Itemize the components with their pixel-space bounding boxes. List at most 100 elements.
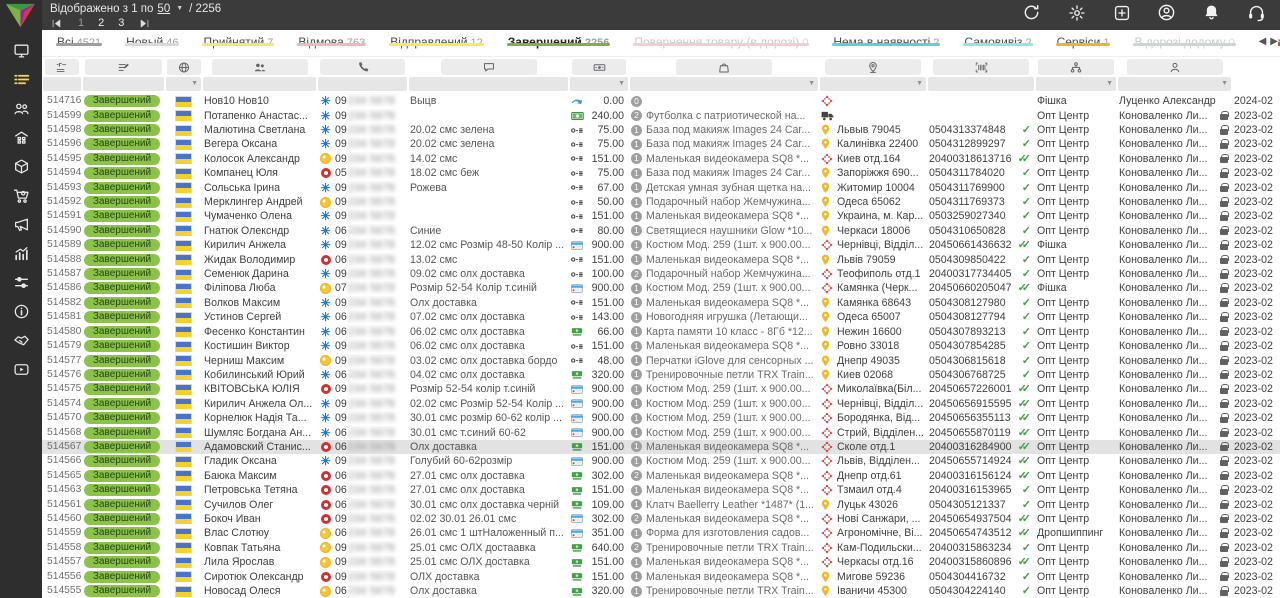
account-icon[interactable] [1157, 3, 1176, 22]
table-row[interactable]: 514577 Завершений Черниш Максим 09234 56… [42, 353, 1280, 367]
tab-8[interactable]: Нема в наявності2 [832, 30, 940, 49]
chevron-down-icon[interactable]: ▼ [176, 5, 183, 12]
column-header-country[interactable] [167, 59, 201, 75]
sidebar-item-dashboard[interactable] [11, 42, 31, 59]
table-row[interactable]: 514575 Завершений КВІТОВСЬКА ЮЛІЯ 09234 … [42, 382, 1280, 396]
column-header-ttn[interactable] [933, 59, 1029, 75]
tab-6[interactable]: Завершений2256 [507, 30, 611, 49]
filter-id[interactable] [43, 77, 81, 91]
table-row[interactable]: 514592 Завершений Мерклингер Андрей 0923… [42, 195, 1280, 209]
table-row[interactable]: 514559 Завершений Влас Слотюу 06234 5678… [42, 526, 1280, 540]
page-number[interactable]: 1 [78, 17, 84, 29]
column-header-product[interactable] [676, 59, 772, 75]
table-row[interactable]: 514598 Завершений Малютина Светлана ✳092… [42, 123, 1280, 137]
table-row[interactable]: 514576 Завершений Кобилинський Юрий ✳062… [42, 368, 1280, 382]
column-header-comment[interactable] [441, 59, 537, 75]
order-amount: 50.00 [586, 195, 627, 209]
tabs-scroll-left-icon[interactable]: ◀ [1259, 36, 1267, 47]
filter-phone[interactable] [318, 77, 407, 91]
tabs-scroll-right-icon[interactable]: ▶ [1270, 36, 1278, 47]
filter-source[interactable]: ▼ [1036, 77, 1116, 91]
tab-11[interactable]: В дорозі додому0 [1133, 30, 1235, 49]
tab-7[interactable]: Повернення товару (в дорозі)0 [633, 30, 809, 49]
table-row[interactable]: 514582 Завершений Волков Максим ✳09234 5… [42, 296, 1280, 310]
filter-country[interactable]: ▼ [166, 77, 201, 91]
column-header-id[interactable] [45, 59, 79, 75]
table-row[interactable]: 514580 Завершений Фесенко Константин ✳06… [42, 325, 1280, 339]
add-icon[interactable] [1112, 3, 1131, 22]
first-page-icon[interactable] [50, 18, 64, 29]
table-row[interactable]: 514586 Завершений Філіпова Люба 07234 56… [42, 281, 1280, 295]
filter-ttn[interactable] [928, 77, 1034, 91]
table-row[interactable]: 514568 Завершений Шумляс Богдана Ан... ✳… [42, 425, 1280, 439]
filter-payment[interactable]: ▼ [570, 77, 628, 91]
column-header-manager[interactable] [1127, 59, 1223, 75]
table-row[interactable]: 514594 Завершений Компанец Юля 05234 567… [42, 166, 1280, 180]
table-row[interactable]: 514560 Завершений Бокоч Иван 09234 5678 … [42, 512, 1280, 526]
table-row[interactable]: 514588 Завершений Жидак Володимир 06234 … [42, 252, 1280, 266]
column-header-client[interactable] [212, 59, 308, 75]
sidebar-item-products[interactable] [11, 158, 31, 175]
filter-comment[interactable] [409, 77, 568, 91]
table-row[interactable]: 514563 Завершений Петровська Тетяна 0623… [42, 483, 1280, 497]
table-row[interactable]: 514574 Завершений Кирилич Анжела Ол... ✳… [42, 397, 1280, 411]
table-row[interactable]: 514558 Завершений Ковпак Татьяна 09234 5… [42, 541, 1280, 555]
table-row[interactable]: 514589 Завершений Кирилич Анжела ✳09234 … [42, 238, 1280, 252]
column-header-payment[interactable] [572, 59, 626, 75]
table-row[interactable]: 514587 Завершений Семенюк Дарина ✳09234 … [42, 267, 1280, 281]
column-header-delivery[interactable] [825, 59, 921, 75]
sidebar-item-company[interactable] [11, 129, 31, 146]
page-number[interactable]: 3 [118, 17, 124, 29]
sidebar-item-clients[interactable] [11, 100, 31, 117]
tab-9[interactable]: Самовивіз2 [963, 30, 1032, 49]
sidebar-item-info[interactable] [11, 303, 31, 320]
tab-2[interactable]: Новый46 [125, 30, 179, 49]
table-row[interactable]: 514599 Завершений Потапенко Анастас... ✳… [42, 108, 1280, 122]
table-row[interactable]: 514555 Завершений Новосад Олеся 06234 56… [42, 584, 1280, 598]
tab-4[interactable]: Відмова763 [297, 30, 366, 49]
sidebar-item-settings[interactable] [11, 274, 31, 291]
table-row[interactable]: 514596 Завершений Вегера Оксана ✳09234 5… [42, 137, 1280, 151]
last-page-icon[interactable] [138, 18, 152, 29]
page-number[interactable]: 2 [98, 17, 104, 29]
sidebar-item-marketing[interactable] [11, 216, 31, 233]
app-logo-icon[interactable] [5, 2, 36, 29]
refresh-icon[interactable] [1022, 3, 1041, 22]
page-size-dropdown[interactable]: 50 [157, 3, 170, 15]
table-row[interactable]: 514581 Завершений Устинов Сергей ✳06234 … [42, 310, 1280, 324]
table-row[interactable]: 514557 Завершений Лила Ярослав 09234 567… [42, 555, 1280, 569]
table-row[interactable]: 514561 Завершений Сучилов Олег 06234 567… [42, 497, 1280, 511]
filter-product[interactable]: ▼ [630, 77, 818, 91]
tab-5[interactable]: Відправлений12 [389, 30, 484, 49]
sidebar-item-statistics[interactable] [11, 245, 31, 262]
tab-1[interactable]: Всі4521 [56, 30, 102, 49]
column-header-source[interactable] [1038, 59, 1114, 75]
filter-client[interactable] [203, 77, 316, 91]
settings-icon[interactable] [1067, 3, 1086, 22]
table-row[interactable]: 514591 Завершений Чумаченко Олена ✳09234… [42, 209, 1280, 223]
table-row[interactable]: 514566 Завершений Гладик Оксана ✳09234 5… [42, 454, 1280, 468]
table-row[interactable]: 514567 Завершений Адамовский Станис... 0… [42, 440, 1280, 454]
notifications-icon[interactable] [1202, 3, 1221, 22]
table-row[interactable]: 514579 Завершений Костишин Виктор ✳09234… [42, 339, 1280, 353]
product-name: Костюм Мод. 259 (1шт. x 900.00... [646, 454, 811, 468]
filter-status[interactable] [83, 77, 164, 91]
column-header-status[interactable] [85, 59, 162, 75]
tab-10[interactable]: Сервіси1 [1056, 30, 1111, 49]
sidebar-item-tutorials[interactable] [11, 361, 31, 378]
tab-3[interactable]: Прийнятий7 [202, 30, 274, 49]
table-row[interactable]: 514595 Завершений Колосок Александр 0923… [42, 152, 1280, 166]
support-icon[interactable] [1247, 3, 1266, 22]
table-row[interactable]: 514556 Завершений Сиротюк Олександр 0923… [42, 569, 1280, 583]
filter-manager[interactable]: ▼ [1118, 77, 1231, 91]
sidebar-item-orders[interactable] [11, 71, 31, 88]
table-row[interactable]: 514565 Завершений Баюка Максим 06234 567… [42, 469, 1280, 483]
table-row[interactable]: 514590 Завершений Гнатюк Олексндр ✳06234… [42, 224, 1280, 238]
column-header-phone[interactable] [320, 59, 405, 75]
table-row[interactable]: 514593 Завершений Сольська Ірина ✳09234 … [42, 180, 1280, 194]
sidebar-item-partners[interactable] [11, 332, 31, 349]
table-row[interactable]: 514716 Завершений Нов10 Нов10 ✳09234 567… [42, 94, 1280, 108]
sidebar-item-purchases[interactable] [11, 187, 31, 204]
filter-delivery[interactable]: ▼ [820, 77, 926, 91]
table-row[interactable]: 514570 Завершений Корнелюк Надія Та... ✳… [42, 411, 1280, 425]
